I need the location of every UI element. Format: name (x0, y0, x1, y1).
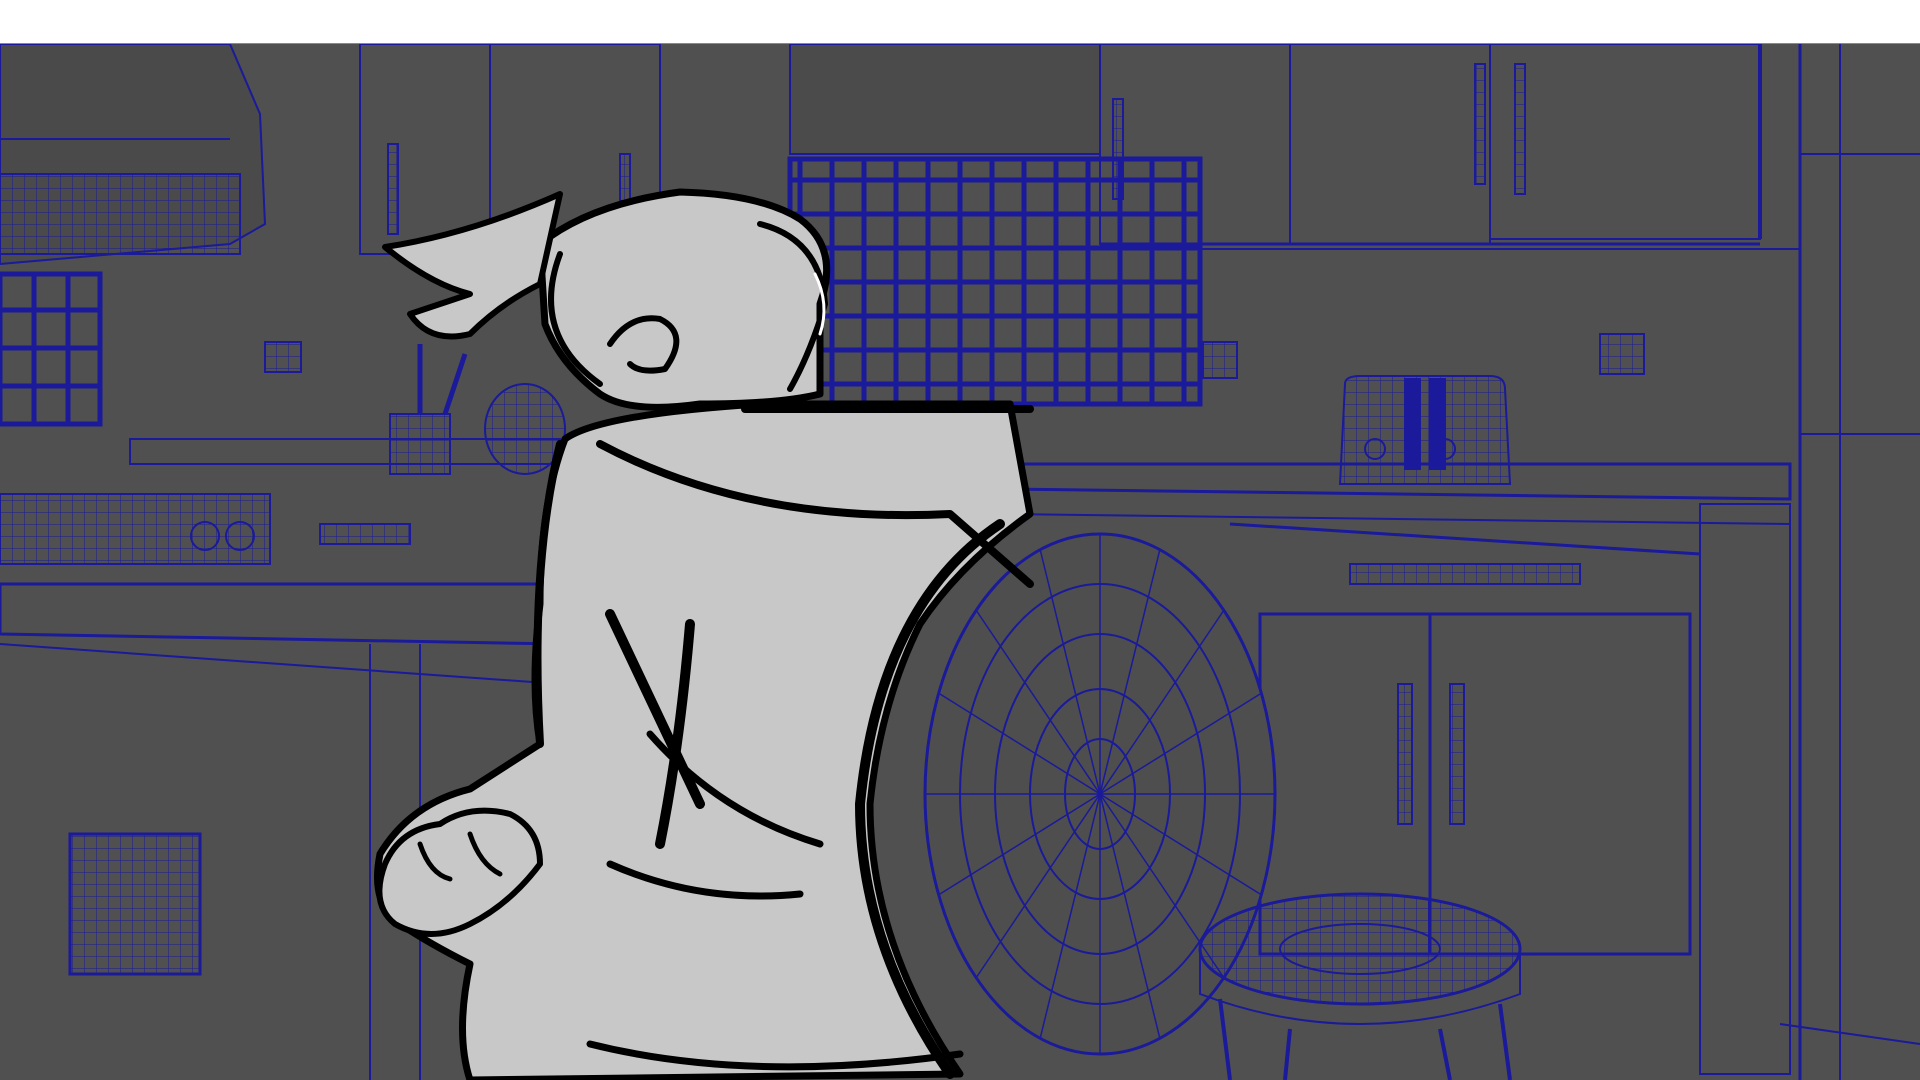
wireframe-viewport (0, 44, 1920, 1080)
knife-block (389, 344, 566, 475)
backsplash-tiles-left (0, 271, 103, 427)
toaster (1338, 375, 1512, 485)
range-hood (0, 44, 267, 266)
bar-stool (1198, 892, 1522, 1080)
top-margin-strip (0, 0, 1920, 44)
stove (0, 493, 411, 565)
backsplash-tiles (787, 156, 1203, 407)
storyboard-frame (0, 0, 1920, 1080)
